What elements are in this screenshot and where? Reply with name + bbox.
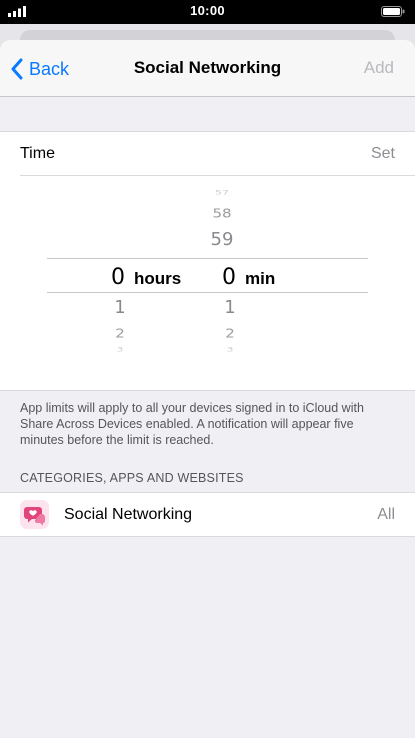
navigation-bar: Back Social Networking Add bbox=[0, 40, 415, 97]
hour-option[interactable]: 2 bbox=[100, 325, 140, 340]
app-limit-sheet: Back Social Networking Add Time Set 57 5… bbox=[0, 40, 415, 738]
time-picker[interactable]: 57 58 59 0 hours 0 min 1 2 3 1 2 3 bbox=[0, 176, 415, 390]
picker-selection-bottom-line bbox=[47, 292, 368, 293]
status-bar: 10:00 bbox=[0, 0, 415, 24]
app-category-row[interactable]: Social Networking All bbox=[0, 492, 415, 537]
minute-option[interactable]: 3 bbox=[210, 346, 250, 353]
app-category-name: Social Networking bbox=[64, 506, 193, 523]
app-limit-note: App limits will apply to all your device… bbox=[20, 401, 364, 447]
hours-selected[interactable]: 0 bbox=[111, 265, 125, 290]
minute-option[interactable]: 57 bbox=[202, 189, 242, 196]
social-networking-icon bbox=[20, 500, 49, 529]
time-label: Time bbox=[20, 145, 55, 162]
time-row[interactable]: Time Set bbox=[20, 132, 415, 176]
minute-option[interactable]: 58 bbox=[202, 205, 242, 220]
picker-selection-top-line bbox=[47, 258, 368, 259]
minutes-unit: min bbox=[245, 269, 276, 288]
minute-option[interactable]: 2 bbox=[210, 325, 250, 340]
time-group: Time Set 57 58 59 0 hours 0 min 1 2 3 1 … bbox=[0, 131, 415, 391]
add-button[interactable]: Add bbox=[364, 58, 394, 78]
page-title: Social Networking bbox=[133, 58, 282, 77]
app-category-value: All bbox=[377, 506, 395, 523]
battery-icon bbox=[381, 6, 405, 17]
status-time: 10:00 bbox=[190, 3, 225, 18]
minute-option[interactable]: 1 bbox=[210, 297, 250, 318]
minute-option[interactable]: 59 bbox=[202, 229, 242, 250]
section-header: CATEGORIES, APPS AND WEBSITES bbox=[20, 471, 244, 485]
hour-option[interactable]: 1 bbox=[100, 297, 140, 318]
hour-option[interactable]: 3 bbox=[100, 346, 140, 353]
time-value: Set bbox=[370, 145, 395, 162]
minutes-selected[interactable]: 0 bbox=[222, 265, 236, 290]
hours-unit: hours bbox=[134, 269, 182, 288]
